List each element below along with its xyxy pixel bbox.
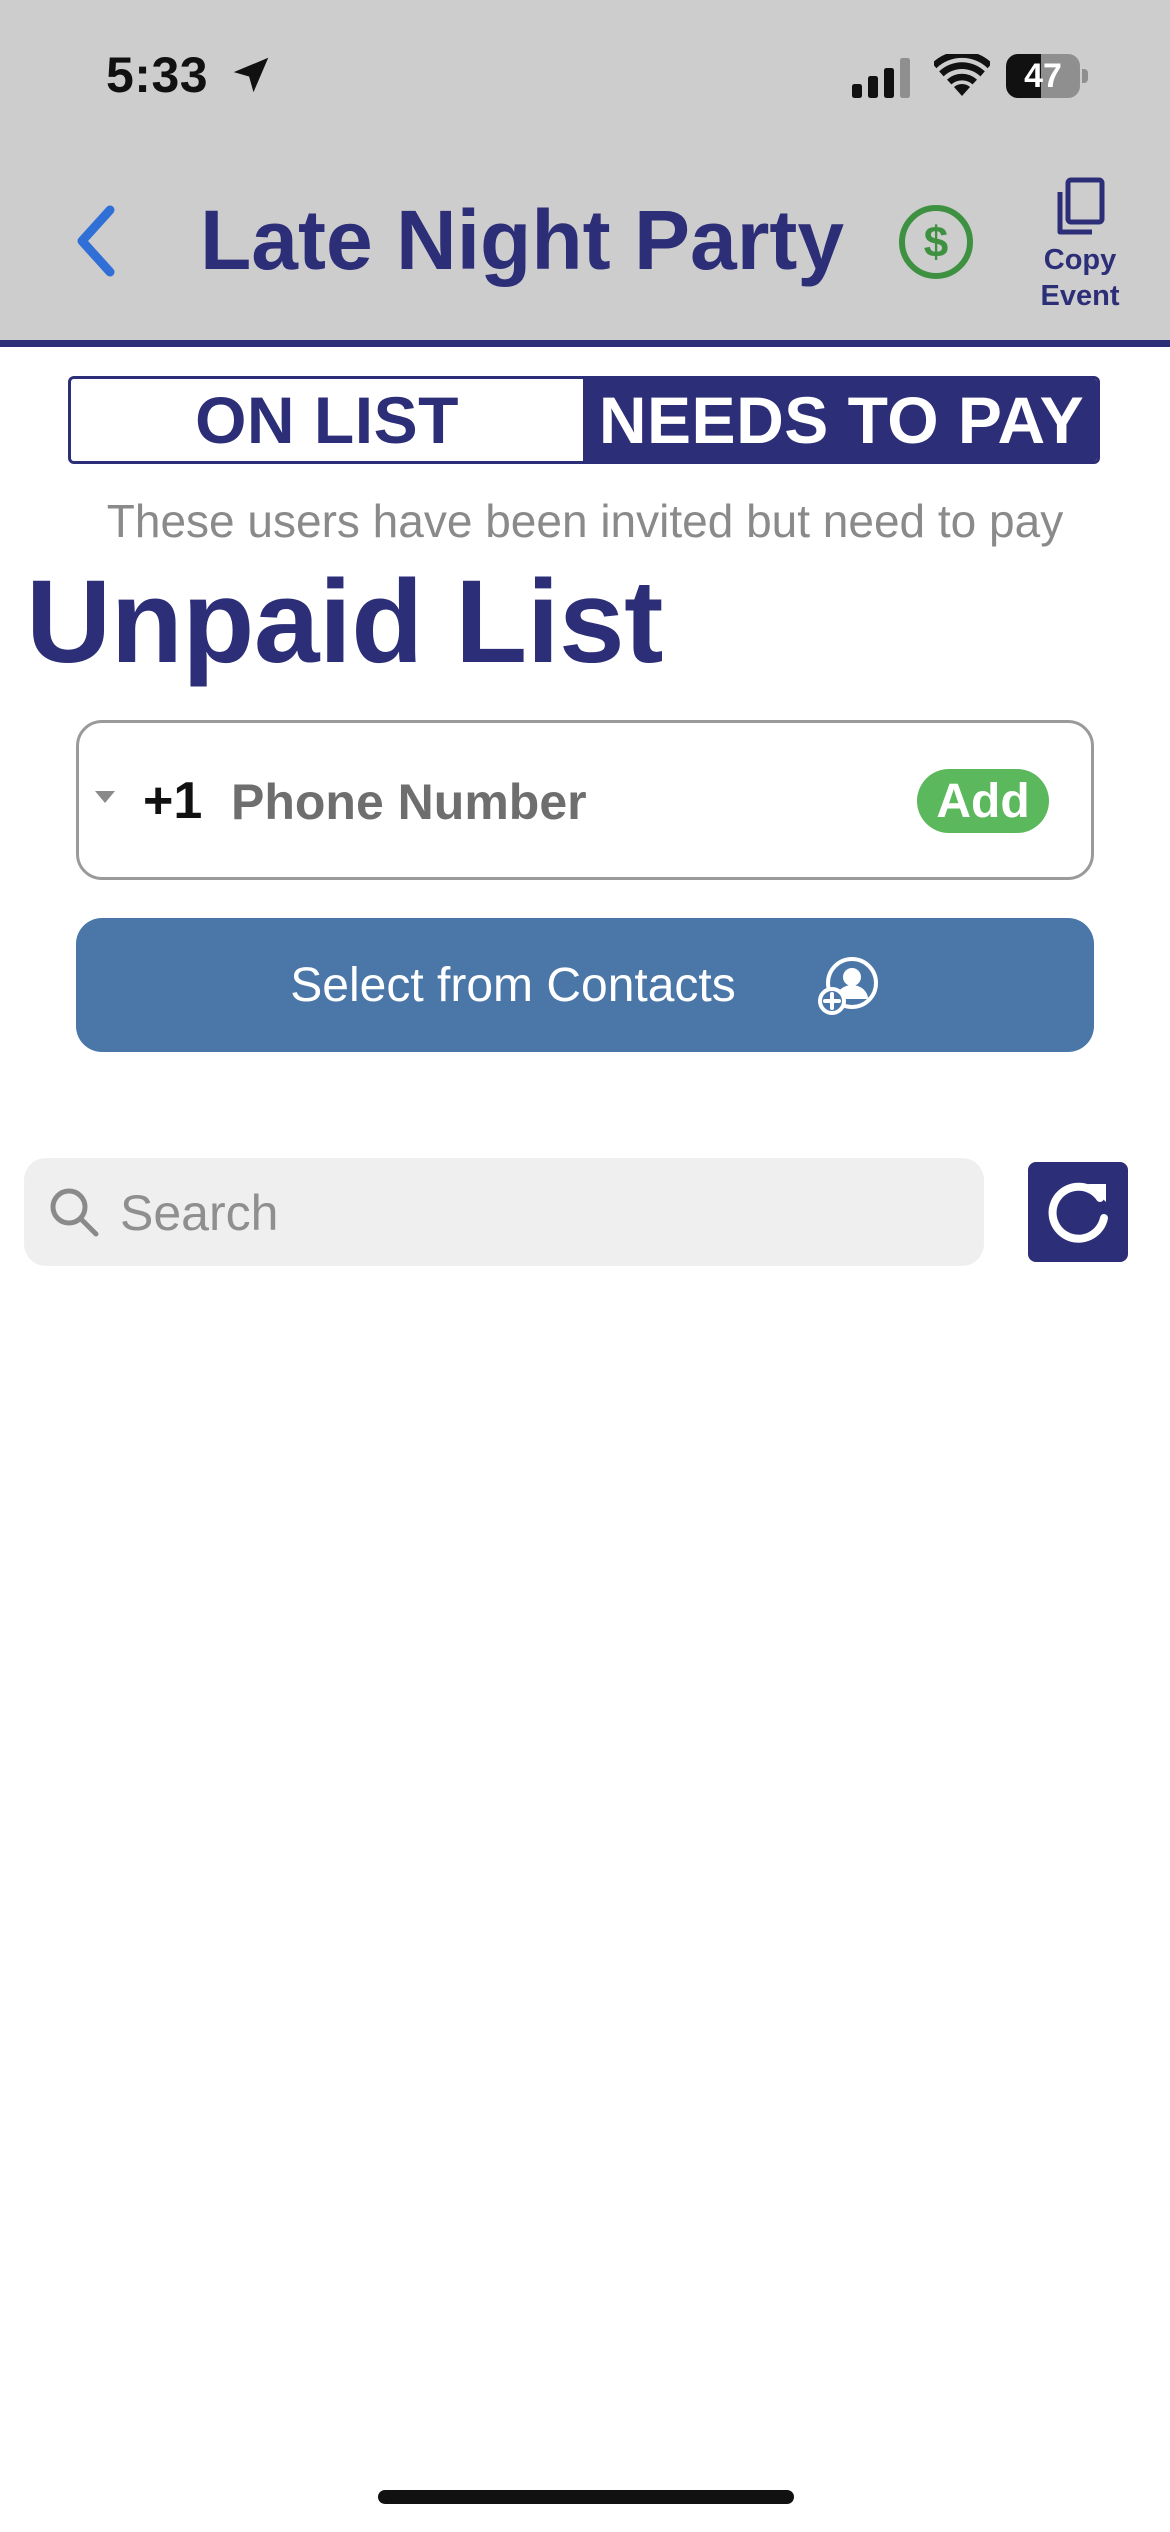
wifi-icon bbox=[934, 54, 990, 96]
list-tabs: ON LIST NEEDS TO PAY bbox=[68, 376, 1100, 464]
add-contact-icon bbox=[817, 957, 878, 1015]
phone-number-input[interactable] bbox=[229, 763, 833, 841]
back-chevron-icon[interactable] bbox=[60, 196, 136, 286]
battery-level: 47 bbox=[1024, 57, 1062, 95]
page-title: Unpaid List bbox=[26, 556, 663, 688]
location-arrow-icon bbox=[233, 57, 269, 93]
status-time: 5:33 bbox=[106, 47, 209, 103]
copy-event-label: Copy Event bbox=[1040, 244, 1120, 312]
cellular-signal-icon bbox=[852, 58, 910, 98]
contacts-button-label: Select from Contacts bbox=[290, 958, 736, 1012]
app-header: 5:33 47 Late Night Party $ Copy Event bbox=[0, 0, 1170, 347]
refresh-button[interactable] bbox=[1028, 1162, 1128, 1262]
search-bar bbox=[24, 1158, 984, 1266]
svg-text:$: $ bbox=[924, 218, 948, 267]
event-title: Late Night Party bbox=[200, 193, 845, 287]
refresh-icon bbox=[1048, 1182, 1108, 1243]
search-input[interactable] bbox=[118, 1176, 962, 1250]
add-button[interactable]: Add bbox=[917, 769, 1049, 833]
select-from-contacts-button[interactable]: Select from Contacts bbox=[76, 918, 1094, 1052]
copy-icon bbox=[1057, 177, 1105, 235]
phone-number-field: +1 Add bbox=[76, 720, 1094, 880]
caret-down-icon[interactable] bbox=[93, 789, 117, 805]
tab-description: These users have been invited but need t… bbox=[106, 495, 1064, 547]
dollar-circle-icon[interactable]: $ bbox=[896, 202, 976, 282]
tab-needs-to-pay[interactable]: NEEDS TO PAY bbox=[586, 379, 1097, 461]
search-icon bbox=[50, 1188, 99, 1237]
battery-icon: 47 bbox=[1006, 54, 1088, 100]
country-code[interactable]: +1 bbox=[143, 771, 202, 831]
home-indicator[interactable] bbox=[378, 2490, 794, 2504]
tab-on-list[interactable]: ON LIST bbox=[71, 379, 586, 461]
battery-cap bbox=[1082, 69, 1088, 83]
copy-event-button[interactable]: Copy Event bbox=[1024, 176, 1136, 312]
page: 5:33 47 Late Night Party $ Copy Event ON… bbox=[0, 0, 1170, 2532]
battery-body: 47 bbox=[1006, 54, 1080, 98]
